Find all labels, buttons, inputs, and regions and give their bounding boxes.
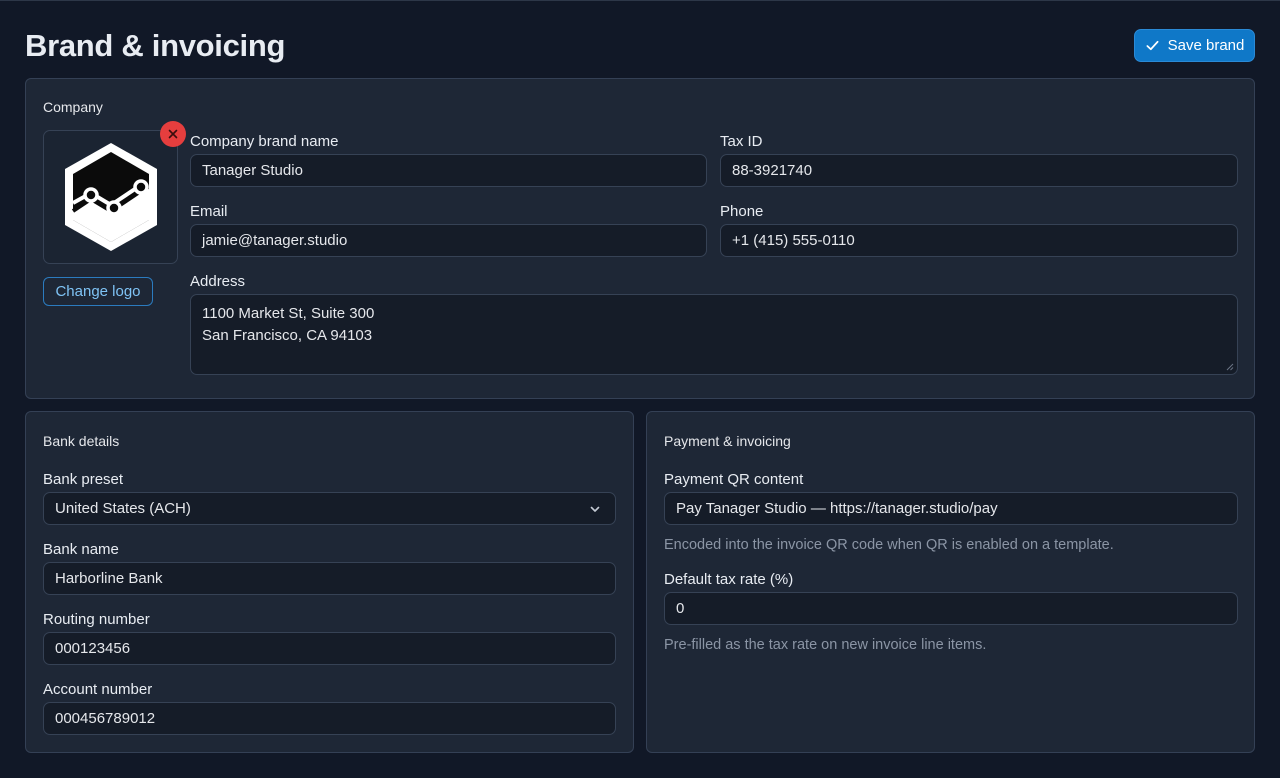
chevron-down-icon — [590, 506, 600, 512]
brand-name-label: Company brand name — [190, 133, 339, 150]
save-brand-button[interactable]: Save brand — [1134, 29, 1255, 62]
tax-id-input[interactable]: 88-3921740 — [720, 154, 1238, 187]
email-label: Email — [190, 203, 228, 220]
account-number-input[interactable]: 000456789012 — [43, 702, 616, 735]
routing-number-label: Routing number — [43, 611, 150, 628]
bank-name-label: Bank name — [43, 541, 119, 558]
remove-logo-button[interactable] — [160, 121, 186, 147]
close-icon — [168, 129, 178, 139]
address-line-2: San Francisco, CA 94103 — [202, 327, 373, 344]
change-logo-button[interactable]: Change logo — [43, 277, 153, 306]
account-number-label: Account number — [43, 681, 153, 698]
payment-qr-hint: Encoded into the invoice QR code when QR… — [664, 537, 1114, 553]
tax-rate-input[interactable]: 0 — [664, 592, 1238, 625]
address-label: Address — [190, 273, 246, 290]
bank-preset-value: United States (ACH) — [55, 500, 191, 517]
bank-preset-label: Bank preset — [43, 471, 124, 488]
bank-preset-select[interactable]: United States (ACH) — [43, 492, 616, 525]
page-title: Brand & invoicing — [25, 28, 286, 63]
phone-label: Phone — [720, 203, 764, 220]
company-card: Company Change logo Company brand name T… — [25, 78, 1255, 399]
address-line-1: 1100 Market St, Suite 300 — [202, 305, 375, 322]
chart-hexagon-logo — [64, 143, 157, 251]
logo-preview — [43, 130, 178, 264]
tax-rate-hint: Pre-filled as the tax rate on new invoic… — [664, 637, 987, 653]
payment-section-title: Payment & invoicing — [664, 433, 791, 449]
resize-grip-icon[interactable] — [1226, 363, 1234, 371]
bank-name-input[interactable]: Harborline Bank — [43, 562, 616, 595]
company-section-title: Company — [43, 99, 103, 115]
payment-qr-label: Payment QR content — [664, 471, 804, 488]
routing-number-input[interactable]: 000123456 — [43, 632, 616, 665]
address-textarea[interactable]: 1100 Market St, Suite 300 San Francisco,… — [190, 294, 1238, 375]
bank-section-title: Bank details — [43, 433, 120, 449]
tax-id-label: Tax ID — [720, 133, 763, 150]
email-input[interactable]: jamie@tanager.studio — [190, 224, 707, 257]
page-header: Brand & invoicing Save brand — [25, 28, 1255, 64]
brand-name-input[interactable]: Tanager Studio — [190, 154, 707, 187]
brand-invoicing-page: Brand & invoicing Save brand Company Cha… — [0, 0, 1280, 778]
phone-input[interactable]: +1 (415) 555-0110 — [720, 224, 1238, 257]
tax-rate-label: Default tax rate (%) — [664, 571, 794, 588]
payment-invoicing-card: Payment & invoicing Payment QR content P… — [646, 411, 1255, 753]
bank-details-card: Bank details Bank preset United States (… — [25, 411, 634, 753]
payment-qr-input[interactable]: Pay Tanager Studio — https://tanager.stu… — [664, 492, 1238, 525]
check-icon — [1146, 40, 1159, 51]
save-brand-label: Save brand — [1167, 37, 1245, 54]
